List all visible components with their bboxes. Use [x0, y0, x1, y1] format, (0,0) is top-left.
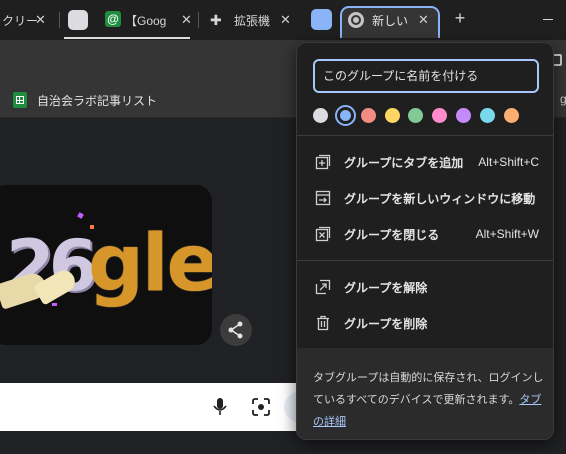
bookmarks-overflow[interactable]: g — [560, 92, 566, 106]
color-swatch-purple[interactable] — [456, 108, 471, 123]
menu-item-label: グループにタブを追加 — [344, 155, 464, 170]
color-swatch-blue-dot — [340, 110, 351, 121]
doodle-wordmark: gle — [88, 219, 212, 309]
menu-item-label: グループを閉じる — [344, 227, 440, 242]
tab-item-active[interactable]: 新しい ✕ — [342, 6, 438, 34]
ungroup-item[interactable]: グループを解除 — [297, 269, 553, 305]
close-icon[interactable]: ✕ — [35, 12, 46, 28]
tab-separator — [198, 12, 199, 28]
close-icon[interactable]: ✕ — [181, 12, 192, 28]
google-doodle[interactable]: 26 gle — [0, 185, 212, 345]
tab-item[interactable]: @ 【Goog ✕ — [103, 6, 195, 34]
menu-item-shortcut: Alt+Shift+W — [475, 227, 539, 241]
tab-group-underline — [64, 37, 190, 39]
close-group-item[interactable]: グループを閉じる Alt+Shift+W — [297, 216, 553, 252]
dialog-footer: タブグループは自動的に保存され、ログインしているすべてのデバイスで更新されます。… — [297, 348, 553, 439]
tab-title: 拡張機 — [234, 13, 271, 28]
footer-description: タブグループは自動的に保存され、ログインしているすべてのデバイスで更新されます。 — [313, 372, 544, 406]
chrome-icon — [348, 12, 364, 28]
add-tab-to-group-item[interactable]: グループにタブを追加 Alt+Shift+C — [297, 144, 553, 180]
tab-separator — [59, 12, 60, 28]
confetti — [52, 303, 57, 306]
share-icon — [228, 321, 243, 339]
blank-page-icon — [68, 10, 88, 30]
close-icon[interactable]: ✕ — [280, 12, 291, 28]
group-name-input[interactable] — [313, 59, 539, 93]
color-swatch-blue-selected[interactable] — [335, 105, 356, 126]
tab-item[interactable]: ✚ 拡張機 ✕ — [208, 6, 300, 34]
color-swatch-red[interactable] — [361, 108, 376, 123]
tab-title: クリー — [2, 13, 39, 28]
color-swatch-grey[interactable] — [313, 108, 328, 123]
divider — [297, 135, 553, 136]
plus-icon: + — [454, 8, 466, 28]
ungroup-icon — [315, 279, 331, 295]
color-swatch-yellow[interactable] — [385, 108, 400, 123]
close-group-icon — [315, 226, 331, 242]
color-swatch-pink[interactable] — [432, 108, 447, 123]
tab-item[interactable] — [64, 6, 94, 34]
add-tab-icon — [315, 154, 331, 170]
menu-item-label: グループを新しいウィンドウに移動 — [344, 191, 536, 206]
bookmark-label: 自治会ラボ記事リスト — [37, 93, 158, 108]
move-to-new-window-item[interactable]: グループを新しいウィンドウに移動 — [297, 180, 553, 216]
new-tab-button[interactable]: + — [450, 8, 470, 30]
share-button[interactable] — [220, 314, 252, 346]
puzzle-icon: ✚ — [210, 12, 222, 28]
menu-item-label: グループを削除 — [344, 316, 428, 331]
lens-icon[interactable] — [251, 398, 271, 416]
tab-group-chip[interactable] — [311, 9, 332, 30]
tab-item[interactable]: クリー ✕ — [0, 6, 55, 34]
move-window-icon — [315, 190, 331, 206]
confetti — [77, 212, 84, 219]
delete-group-item[interactable]: グループを削除 — [297, 305, 553, 341]
search-box[interactable] — [0, 383, 314, 431]
menu-item-shortcut: Alt+Shift+C — [478, 155, 539, 169]
tab-group-editor-dialog: グループにタブを追加 Alt+Shift+C グループを新しいウィンドウに移動 … — [296, 42, 554, 440]
tab-title: 新しい — [372, 13, 409, 28]
sheets-icon — [13, 92, 27, 108]
divider — [297, 260, 553, 261]
footer-text: タブグループは自動的に保存され、ログインしているすべてのデバイスで更新されます。… — [313, 367, 545, 433]
color-swatch-cyan[interactable] — [480, 108, 495, 123]
tab-title: 【Goog — [125, 13, 167, 28]
bookmark-item[interactable]: 自治会ラボ記事リスト — [13, 92, 157, 108]
menu-item-label: グループを解除 — [344, 280, 428, 295]
tab-strip: クリー ✕ @ 【Goog ✕ ✚ 拡張機 ✕ 新しい ✕ + — [0, 0, 566, 40]
minimize-button[interactable] — [543, 19, 553, 20]
close-icon[interactable]: ✕ — [418, 12, 429, 28]
trash-icon — [317, 315, 329, 331]
color-swatch-green[interactable] — [408, 108, 423, 123]
color-swatch-orange[interactable] — [504, 108, 519, 123]
sheets-at-icon: @ — [105, 11, 121, 27]
microphone-icon[interactable] — [213, 397, 227, 417]
